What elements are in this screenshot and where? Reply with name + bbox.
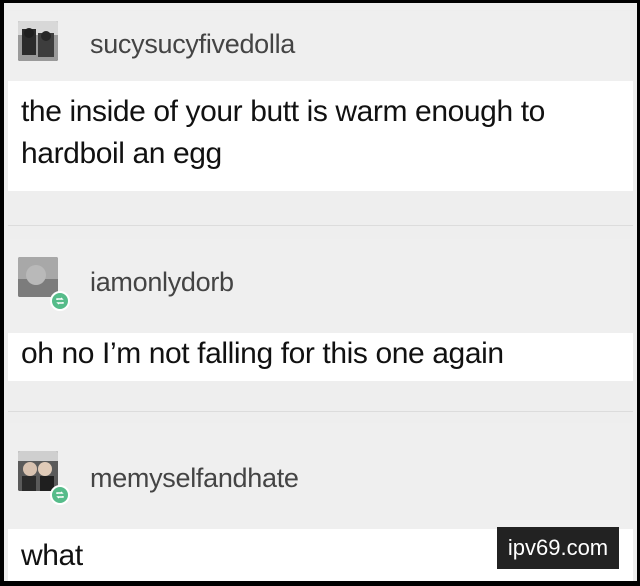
username[interactable]: iamonlydorb <box>90 267 234 298</box>
post-body: oh no I’m not falling for this one again <box>8 333 633 381</box>
post-text-line-1: the inside of your butt is warm enough t… <box>21 95 545 128</box>
divider <box>8 411 633 412</box>
watermark: ipv69.com <box>497 527 619 569</box>
user-avatar-icon <box>18 257 58 297</box>
divider <box>8 225 633 226</box>
screenshot-frame: sucysucyfivedolla the inside of your but… <box>0 0 640 586</box>
user-avatar-icon <box>18 451 58 491</box>
post-text-line-1: oh no I’m not falling for this one again <box>21 337 504 370</box>
post-text-line-2: hardboil an egg <box>21 137 222 170</box>
post-header: memyselfandhate <box>8 423 633 529</box>
post-header: iamonlydorb <box>8 239 633 333</box>
avatar[interactable] <box>18 21 58 61</box>
post-body: the inside of your butt is warm enough t… <box>8 81 633 191</box>
username[interactable]: memyselfandhate <box>90 463 299 494</box>
reblog-icon <box>50 485 70 505</box>
avatar[interactable] <box>18 257 58 297</box>
reblog-icon <box>50 291 70 311</box>
username[interactable]: sucysucyfivedolla <box>90 29 295 60</box>
post-text-line-1: what <box>21 539 83 572</box>
user-avatar-icon <box>18 21 58 61</box>
post-header: sucysucyfivedolla <box>8 11 633 81</box>
avatar[interactable] <box>18 451 58 491</box>
reblog-thread: sucysucyfivedolla the inside of your but… <box>4 3 637 581</box>
